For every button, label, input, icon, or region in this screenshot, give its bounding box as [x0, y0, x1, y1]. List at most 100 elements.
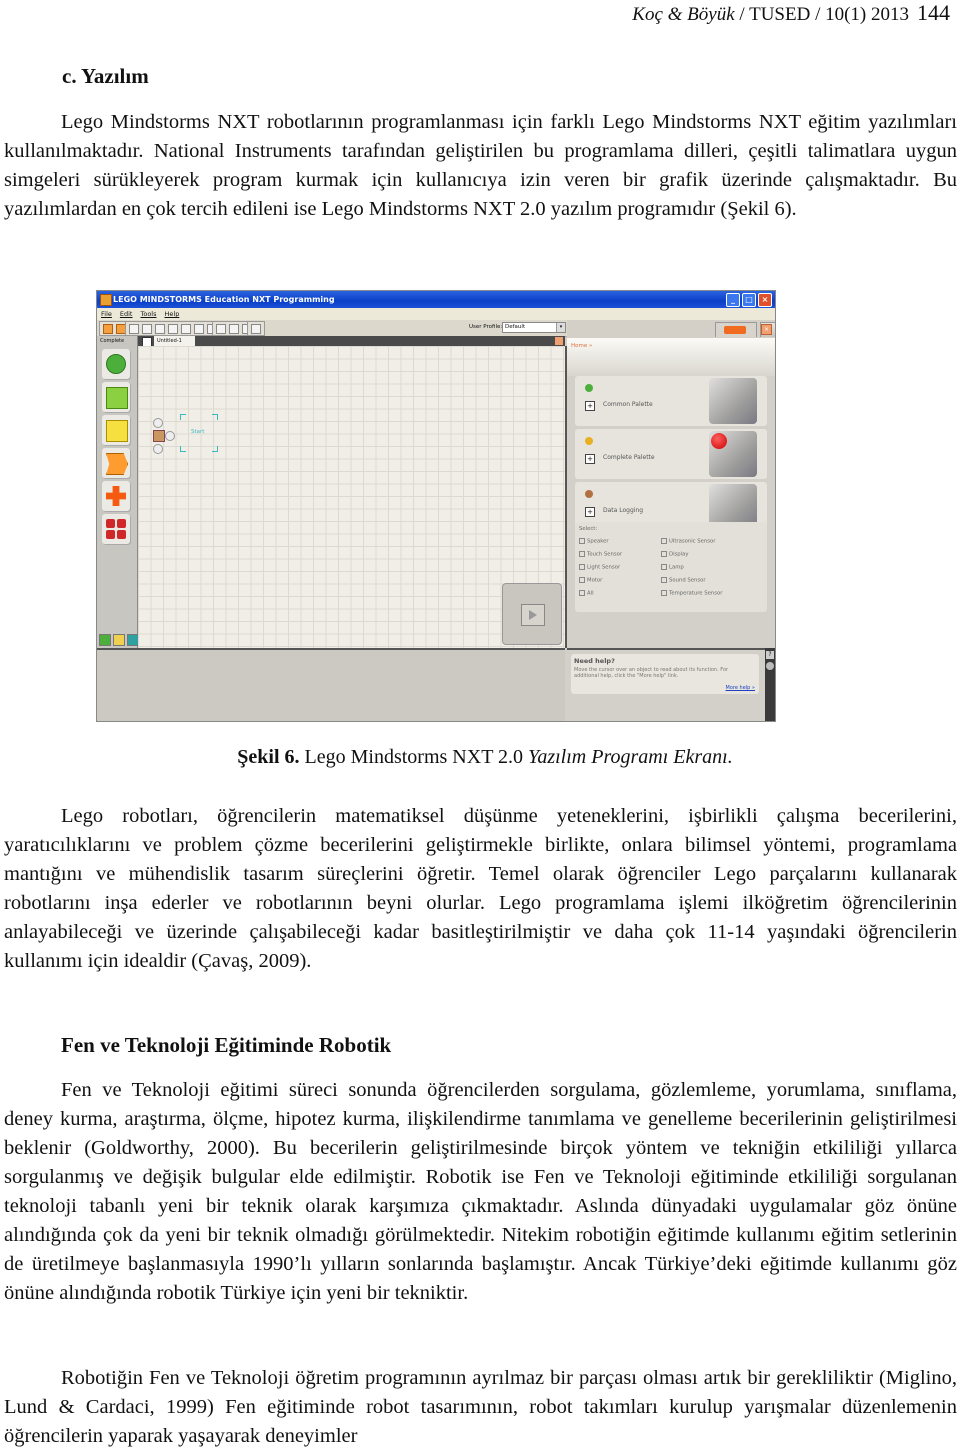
canvas-tab-bar: Untitled-1: [138, 336, 565, 347]
section-heading: c. Yazılım: [62, 64, 149, 88]
advanced-blocks-icon: [106, 519, 126, 539]
home-link[interactable]: Home »: [571, 343, 592, 349]
menu-tools[interactable]: Tools: [140, 308, 156, 320]
data-logging-label: Data Logging: [603, 507, 644, 514]
expand-icon[interactable]: +: [585, 401, 595, 411]
complete-palette-icon: [585, 437, 593, 445]
common-palette-icon: [585, 384, 593, 392]
menu-help[interactable]: Help: [165, 308, 180, 320]
sequence-port[interactable]: [153, 444, 163, 454]
pointer-icon[interactable]: [216, 323, 226, 334]
tab-common-palette[interactable]: [99, 634, 111, 646]
user-profile-label: User Profile:: [469, 324, 503, 330]
save-icon[interactable]: [155, 323, 165, 334]
nxt-controller[interactable]: [502, 583, 562, 645]
new-file-icon[interactable]: [129, 323, 139, 334]
sequence-port[interactable]: [153, 418, 163, 428]
close-button[interactable]: ×: [758, 293, 772, 307]
running-head-journal: / TUSED / 10(1) 2013: [734, 4, 909, 25]
sensor-item[interactable]: Ultrasonic Sensor: [661, 538, 715, 545]
sensor-item[interactable]: Sound Sensor: [661, 577, 706, 584]
sensor-item[interactable]: Lamp: [661, 564, 684, 571]
sensor-item[interactable]: Temperature Sensor: [661, 590, 722, 597]
paragraph-1: Lego Mindstorms NXT robotlarının program…: [4, 108, 957, 224]
tab-robot-educator[interactable]: [715, 322, 757, 337]
chevron-down-icon[interactable]: ▾: [556, 323, 565, 332]
palette-common-blocks[interactable]: [102, 349, 130, 379]
palette-action-blocks[interactable]: [102, 382, 130, 412]
sensor-item[interactable]: Speaker: [579, 538, 609, 545]
sequence-start-icon[interactable]: [153, 430, 165, 442]
pan-hand-icon[interactable]: [229, 323, 239, 334]
sensor-select-box: Select: Speaker Touch Sensor Light Senso…: [575, 522, 767, 612]
user-profile-select[interactable]: Default ▾: [502, 322, 566, 333]
common-palette-label: Common Palette: [603, 401, 653, 408]
open-folder-icon[interactable]: [142, 323, 152, 334]
palette-label: Complete: [100, 338, 125, 344]
palette-sensor-blocks[interactable]: [102, 415, 130, 445]
tab-complete-palette[interactable]: [113, 634, 125, 646]
common-palette-card[interactable]: + Common Palette: [575, 376, 767, 426]
caption-label: Şekil 6.: [237, 746, 300, 768]
more-help-link[interactable]: More help »: [726, 685, 755, 691]
document-tab-label: Untitled-1: [157, 338, 182, 344]
paste-icon[interactable]: [194, 323, 204, 334]
sequence-port[interactable]: [165, 431, 175, 441]
custom-palette-icon[interactable]: [251, 323, 261, 334]
window-titlebar: LEGO MINDSTORMS Education NXT Programmin…: [97, 291, 775, 308]
paragraph-3: Fen ve Teknoloji eğitimi süreci sonunda …: [4, 1076, 957, 1308]
robot-center-icon[interactable]: [103, 323, 113, 334]
caption-text: Lego Mindstorms NXT 2.0: [299, 746, 529, 768]
page-number: 144: [917, 0, 950, 25]
robot-educator-icon: [724, 326, 746, 334]
paragraph-2-text: Lego robotları, öğrencilerin matematikse…: [4, 805, 957, 972]
figure-nxt-screenshot: LEGO MINDSTORMS Education NXT Programmin…: [96, 290, 776, 722]
right-panel-close-icon[interactable]: ×: [761, 324, 772, 335]
paragraph-4: Robotiğin Fen ve Teknoloji öğretim progr…: [4, 1364, 957, 1451]
canvas-close-icon[interactable]: [555, 337, 563, 345]
complete-palette-card[interactable]: + Complete Palette: [575, 429, 767, 479]
flow-blocks-icon: [106, 453, 128, 475]
sensor-item[interactable]: Touch Sensor: [579, 551, 622, 558]
magnifier-icon[interactable]: [766, 662, 774, 670]
robot-image: [709, 378, 757, 424]
help-sidebar: ?: [765, 648, 775, 721]
figure-caption: Şekil 6. Lego Mindstorms NXT 2.0 Yazılım…: [0, 746, 960, 769]
sensor-item[interactable]: All: [579, 590, 594, 597]
sensor-blocks-icon: [106, 420, 128, 442]
complete-palette-label: Complete Palette: [603, 454, 655, 461]
running-head-authors: Koç & Böyük: [632, 4, 735, 25]
right-panel-tabs: ×: [567, 320, 775, 338]
play-icon[interactable]: [521, 604, 545, 626]
menu-bar: File Edit Tools Help: [97, 308, 775, 320]
sensor-item[interactable]: Display: [661, 551, 689, 558]
paragraph-1-text: Lego Mindstorms NXT robotlarının program…: [4, 111, 957, 220]
paragraph-2: Lego robotları, öğrencilerin matematikse…: [4, 802, 957, 976]
question-mark-icon[interactable]: ?: [766, 651, 774, 659]
expand-icon[interactable]: +: [585, 454, 595, 464]
cut-icon[interactable]: [168, 323, 178, 334]
expand-icon[interactable]: +: [585, 507, 595, 517]
minimize-button[interactable]: _: [726, 293, 740, 307]
caption-italic: Yazılım Programı Ekranı.: [528, 746, 733, 768]
red-ball-image: [711, 433, 727, 449]
palette-flow-blocks[interactable]: [102, 448, 130, 478]
block-palette: Complete: [97, 336, 139, 648]
common-blocks-icon: [106, 354, 126, 374]
robot-educator-panel: Home » + Common Palette + Complete Palet…: [567, 338, 775, 648]
sub-heading: Fen ve Teknoloji Eğitiminde Robotik: [61, 1033, 392, 1057]
help-title: Need help?: [574, 657, 615, 665]
sensor-item[interactable]: Light Sensor: [579, 564, 620, 571]
maximize-button[interactable]: □: [742, 293, 756, 307]
user-profile-value: Default: [505, 324, 526, 330]
sensor-item[interactable]: Motor: [579, 577, 602, 584]
menu-file[interactable]: File: [101, 308, 112, 320]
paragraph-3-text: Fen ve Teknoloji eğitimi süreci sonunda …: [4, 1079, 957, 1304]
help-text: Move the cursor over an object to read a…: [574, 667, 729, 679]
palette-data-blocks[interactable]: [102, 481, 130, 511]
tab-untitled-1[interactable]: Untitled-1: [154, 336, 195, 346]
window-title: LEGO MINDSTORMS Education NXT Programmin…: [113, 295, 335, 304]
palette-advanced-blocks[interactable]: [102, 514, 130, 544]
copy-icon[interactable]: [181, 323, 191, 334]
menu-edit[interactable]: Edit: [120, 308, 133, 320]
